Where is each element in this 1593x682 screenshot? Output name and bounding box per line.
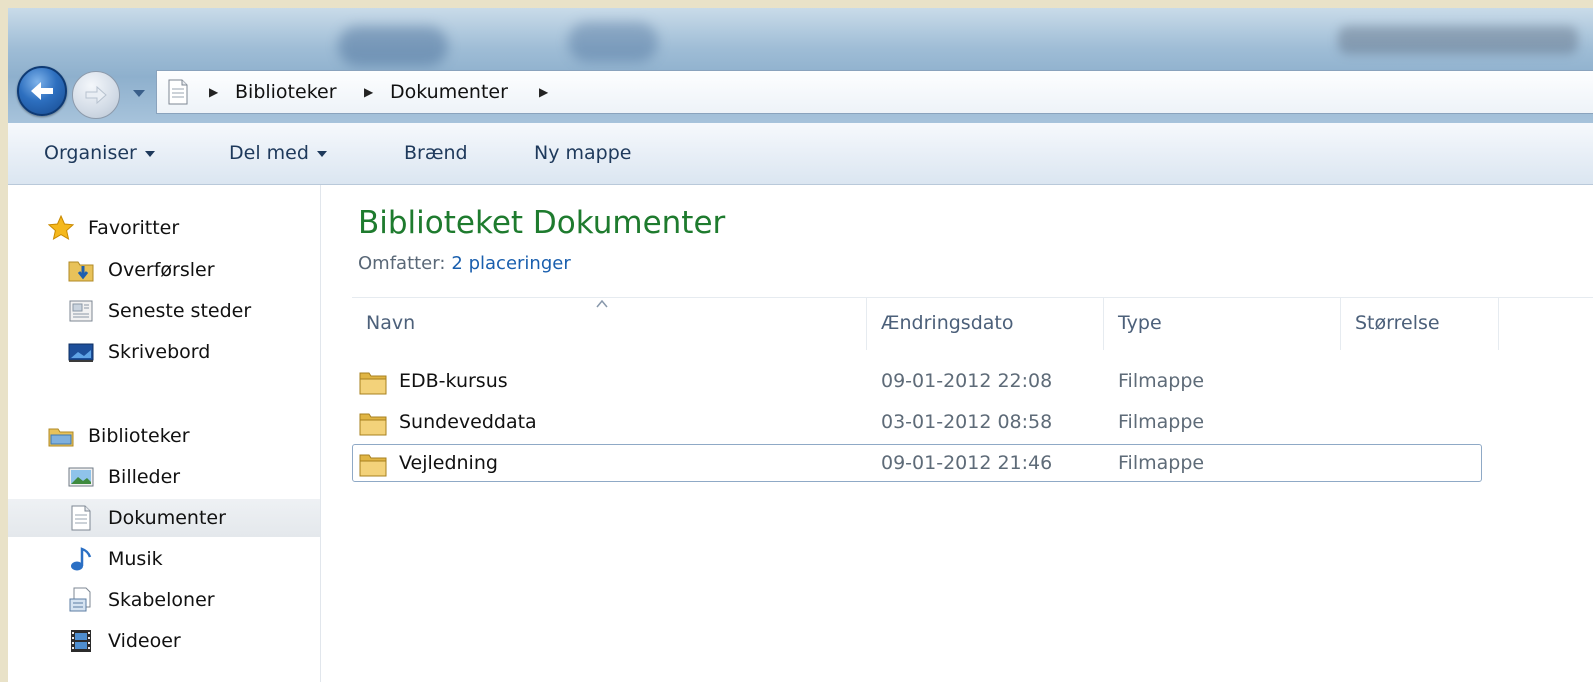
desktop-icon	[68, 343, 94, 362]
star-icon	[48, 215, 74, 241]
videos-icon	[71, 630, 91, 652]
forward-arrow-icon	[85, 85, 107, 105]
breadcrumb-documents[interactable]: Dokumenter	[390, 81, 508, 103]
sidebar-item-documents[interactable]: Dokumenter	[8, 499, 320, 537]
column-header-row: Navn Ændringsdato Type Størrelse	[352, 297, 1593, 350]
file-modified: 09-01-2012 22:08	[881, 370, 1053, 392]
title-bar: ▶ Biblioteker ▶ Dokumenter ▶	[8, 8, 1593, 123]
new-folder-button[interactable]: Ny mappe	[534, 142, 631, 164]
sidebar-item-videos[interactable]: Videoer	[8, 622, 320, 660]
chevron-down-icon	[144, 150, 155, 157]
downloads-icon	[68, 261, 94, 282]
column-header-name[interactable]: Navn	[352, 298, 867, 350]
locations-link[interactable]: 2 placeringer	[451, 253, 570, 274]
forward-button[interactable]	[72, 71, 120, 119]
sidebar-item-libraries[interactable]: Biblioteker	[8, 417, 320, 455]
file-name: EDB-kursus	[399, 370, 508, 392]
library-title: Biblioteket Dokumenter	[358, 205, 726, 241]
file-row[interactable]: Sundeveddata 03-01-2012 08:58 Filmappe	[352, 403, 1482, 441]
breadcrumb-separator-icon[interactable]: ▶	[364, 85, 373, 99]
pictures-icon	[68, 467, 94, 487]
address-bar[interactable]: ▶ Biblioteker ▶ Dokumenter ▶	[156, 70, 1593, 114]
sidebar-item-music[interactable]: Musik	[8, 540, 320, 578]
column-header-modified[interactable]: Ændringsdato	[867, 298, 1104, 350]
folder-icon	[359, 413, 387, 436]
back-arrow-icon	[31, 82, 53, 100]
folder-icon	[359, 372, 387, 395]
file-type: Filmappe	[1118, 411, 1205, 433]
recent-places-icon	[69, 300, 93, 322]
templates-icon	[69, 587, 91, 612]
chevron-down-icon	[316, 150, 327, 157]
breadcrumb-separator-icon[interactable]: ▶	[209, 85, 218, 99]
explorer-window: ▶ Biblioteker ▶ Dokumenter ▶ Organiser D…	[8, 8, 1593, 682]
back-button[interactable]	[17, 66, 67, 116]
burn-button[interactable]: Brænd	[404, 142, 468, 164]
file-name: Vejledning	[399, 452, 498, 474]
breadcrumb-libraries[interactable]: Biblioteker	[235, 81, 337, 103]
navigation-pane: Favoritter Overførsler Seneste steder Sk…	[8, 185, 321, 682]
file-modified: 03-01-2012 08:58	[881, 411, 1053, 433]
libraries-icon	[48, 428, 74, 447]
column-header-type[interactable]: Type	[1104, 298, 1341, 350]
folder-icon	[359, 454, 387, 477]
sidebar-item-favorites[interactable]: Favoritter	[8, 209, 320, 247]
sidebar-item-desktop[interactable]: Skrivebord	[8, 333, 320, 371]
library-includes: Omfatter: 2 placeringer	[358, 253, 571, 274]
documents-icon	[71, 505, 91, 531]
command-bar: Organiser Del med Brænd Ny mappe	[8, 123, 1593, 185]
file-type: Filmappe	[1118, 370, 1205, 392]
file-modified: 09-01-2012 21:46	[881, 452, 1053, 474]
music-icon	[71, 547, 92, 571]
sidebar-item-pictures[interactable]: Billeder	[8, 458, 320, 496]
sidebar-item-downloads[interactable]: Overførsler	[8, 251, 320, 289]
breadcrumb-separator-icon[interactable]: ▶	[539, 85, 548, 99]
organise-button[interactable]: Organiser	[44, 142, 155, 164]
recent-pages-dropdown-icon[interactable]	[132, 88, 146, 98]
column-header-size[interactable]: Størrelse	[1341, 298, 1499, 350]
file-type: Filmappe	[1118, 452, 1205, 474]
file-row[interactable]: Vejledning 09-01-2012 21:46 Filmappe	[352, 444, 1482, 482]
sidebar-item-templates[interactable]: Skabeloner	[8, 581, 320, 619]
sort-ascending-icon	[596, 300, 608, 308]
file-name: Sundeveddata	[399, 411, 537, 433]
documents-icon	[168, 79, 188, 105]
file-row[interactable]: EDB-kursus 09-01-2012 22:08 Filmappe	[352, 362, 1482, 400]
sidebar-item-recent-places[interactable]: Seneste steder	[8, 292, 320, 330]
share-with-button[interactable]: Del med	[229, 142, 327, 164]
content-pane: Biblioteket Dokumenter Omfatter: 2 placer…	[322, 185, 1593, 682]
